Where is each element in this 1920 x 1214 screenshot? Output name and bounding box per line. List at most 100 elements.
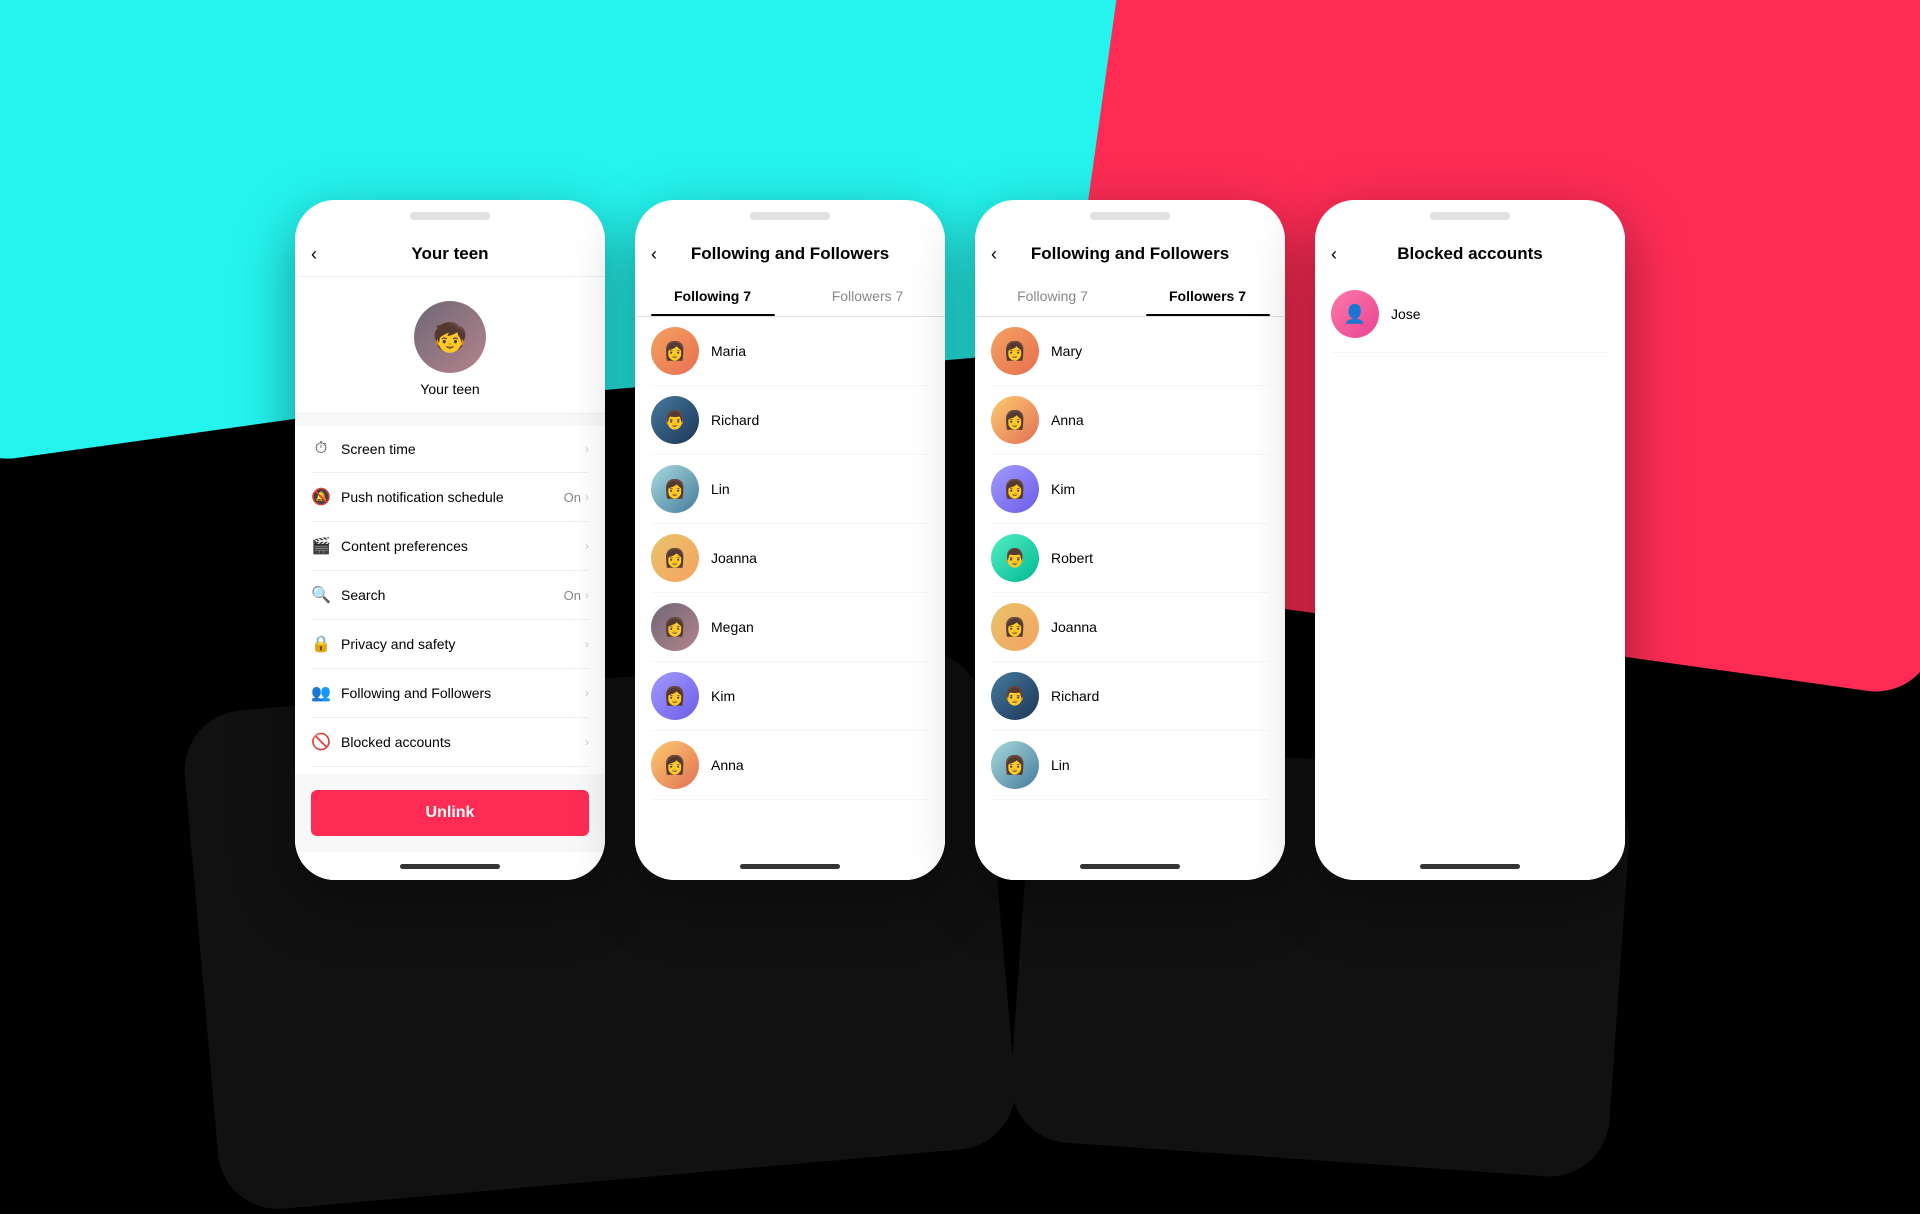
avatar: 👩 [991, 327, 1039, 375]
list-item: 👩 Kim [991, 455, 1269, 524]
push-notification-icon: 🔕 [311, 487, 331, 507]
phones-container: ‹ Your teen 🧒 Your teen ⏱ Screen time › [0, 0, 1920, 1080]
phone-3-header: ‹ Following and Followers [975, 232, 1285, 276]
phone-1-home-bar [400, 864, 500, 869]
phone-4-header: ‹ Blocked accounts [1315, 232, 1625, 276]
user-name: Mary [1051, 343, 1082, 359]
privacy-safety-label: Privacy and safety [341, 636, 455, 652]
avatar: 👨 [651, 396, 699, 444]
user-name: Joanna [1051, 619, 1097, 635]
user-name: Richard [711, 412, 759, 428]
user-name: Anna [711, 757, 744, 773]
phone-3-notch [1090, 212, 1170, 220]
avatar: 👨 [991, 534, 1039, 582]
push-notification-value: On [564, 490, 581, 505]
phone-2-back-button[interactable]: ‹ [651, 244, 657, 265]
phone-4-blocked: ‹ Blocked accounts 👤 Jose [1315, 200, 1625, 880]
list-item: 👩 Kim [651, 662, 929, 731]
chevron-icon-2: › [585, 490, 589, 504]
list-item: 👨 Robert [991, 524, 1269, 593]
phone-2-tabs: Following 7 Followers 7 [635, 276, 945, 317]
following-followers-icon: 👥 [311, 683, 331, 703]
avatar: 👩 [991, 396, 1039, 444]
screen-time-icon: ⏱ [311, 440, 331, 458]
screen-time-label: Screen time [341, 441, 416, 457]
phone-4-home-bar [1420, 864, 1520, 869]
avatar: 👩 [991, 603, 1039, 651]
tab-following-3[interactable]: Following 7 [975, 276, 1130, 316]
blocked-accounts-icon: 🚫 [311, 732, 331, 752]
list-item: 👨 Richard [651, 386, 929, 455]
phone-3-followers: ‹ Following and Followers Following 7 Fo… [975, 200, 1285, 880]
menu-item-search[interactable]: 🔍 Search On › [311, 571, 589, 620]
phone-4-top [1315, 200, 1625, 232]
blocked-name: Jose [1391, 306, 1421, 322]
list-item: 👩 Lin [651, 455, 929, 524]
user-name: Kim [1051, 481, 1075, 497]
phone-4-back-button[interactable]: ‹ [1331, 244, 1337, 265]
phone-1-avatar-image: 🧒 [414, 301, 486, 373]
chevron-icon: › [585, 442, 589, 456]
phone-3-content: ‹ Following and Followers Following 7 Fo… [975, 232, 1285, 852]
avatar: 👩 [991, 741, 1039, 789]
menu-item-push-notification[interactable]: 🔕 Push notification schedule On › [311, 473, 589, 522]
push-notification-label: Push notification schedule [341, 489, 504, 505]
phone-1-bottom [295, 852, 605, 880]
tab-followers[interactable]: Followers 7 [790, 276, 945, 316]
blocked-accounts-label: Blocked accounts [341, 734, 451, 750]
phone-1-menu: ⏱ Screen time › 🔕 Push notification sche… [295, 426, 605, 767]
menu-item-privacy-safety[interactable]: 🔒 Privacy and safety › [311, 620, 589, 669]
phone-2-content: ‹ Following and Followers Following 7 Fo… [635, 232, 945, 852]
user-name: Lin [1051, 757, 1070, 773]
list-item: 👩 Megan [651, 593, 929, 662]
menu-item-content-preferences[interactable]: 🎬 Content preferences › [311, 522, 589, 571]
tab-following[interactable]: Following 7 [635, 276, 790, 316]
privacy-safety-icon: 🔒 [311, 634, 331, 654]
tab-followers-3[interactable]: Followers 7 [1130, 276, 1285, 316]
phone-2-title: Following and Followers [691, 244, 889, 264]
phone-2-top [635, 200, 945, 232]
user-name: Maria [711, 343, 746, 359]
user-name: Lin [711, 481, 730, 497]
avatar: 👩 [991, 465, 1039, 513]
list-item: 👩 Anna [651, 731, 929, 800]
phone-1-profile-name: Your teen [420, 381, 479, 397]
phone-4-title: Blocked accounts [1397, 244, 1543, 264]
phone-4-bottom [1315, 852, 1625, 880]
menu-item-screen-time[interactable]: ⏱ Screen time › [311, 426, 589, 473]
search-label: Search [341, 587, 385, 603]
phone-3-bottom [975, 852, 1285, 880]
chevron-icon-5: › [585, 637, 589, 651]
avatar: 👩 [651, 327, 699, 375]
phone-1-title: Your teen [411, 244, 488, 264]
phone-4-notch [1430, 212, 1510, 220]
user-name: Megan [711, 619, 754, 635]
avatar: 👩 [651, 672, 699, 720]
avatar: 👩 [651, 603, 699, 651]
list-item: 👩 Joanna [651, 524, 929, 593]
menu-item-following-followers[interactable]: 👥 Following and Followers › [311, 669, 589, 718]
list-item: 👩 Mary [991, 317, 1269, 386]
phone-1-content: ‹ Your teen 🧒 Your teen ⏱ Screen time › [295, 232, 605, 852]
phone-1-profile: 🧒 Your teen [295, 277, 605, 414]
avatar: 👨 [991, 672, 1039, 720]
phone-4-blocked-list: 👤 Jose [1315, 276, 1625, 852]
avatar: 👩 [651, 465, 699, 513]
phone-3-top [975, 200, 1285, 232]
phone-2-following-list: 👩 Maria 👨 Richard 👩 Lin 👩 Joanna 👩 [635, 317, 945, 852]
chevron-icon-6: › [585, 686, 589, 700]
user-name: Joanna [711, 550, 757, 566]
avatar: 👩 [651, 741, 699, 789]
list-item: 👨 Richard [991, 662, 1269, 731]
phone-1-top [295, 200, 605, 232]
unlink-button[interactable]: Unlink [311, 790, 589, 836]
chevron-icon-4: › [585, 588, 589, 602]
chevron-icon-3: › [585, 539, 589, 553]
avatar: 👩 [651, 534, 699, 582]
blocked-avatar: 👤 [1331, 290, 1379, 338]
phone-1-back-button[interactable]: ‹ [311, 244, 317, 265]
phone-1-notch [410, 212, 490, 220]
phone-2-following: ‹ Following and Followers Following 7 Fo… [635, 200, 945, 880]
phone-3-back-button[interactable]: ‹ [991, 244, 997, 265]
menu-item-blocked-accounts[interactable]: 🚫 Blocked accounts › [311, 718, 589, 767]
